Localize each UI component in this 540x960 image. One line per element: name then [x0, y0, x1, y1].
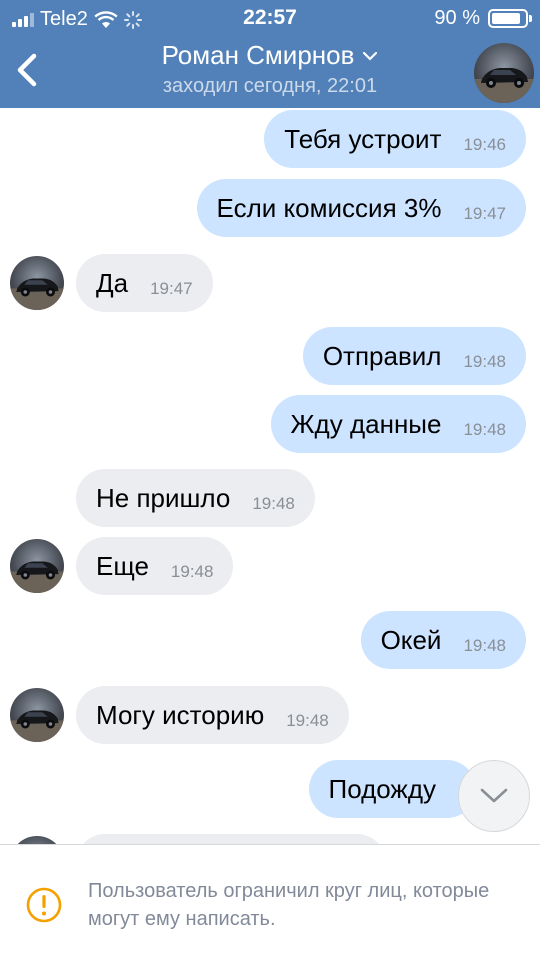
message-incoming[interactable]	[76, 834, 386, 844]
message-outgoing[interactable]: Подожду	[308, 760, 476, 818]
message-text: Окей	[380, 624, 442, 655]
sender-avatar[interactable]	[10, 688, 64, 742]
back-button[interactable]	[12, 50, 42, 90]
message-text: Не пришло	[96, 482, 231, 513]
message-text: Если комиссия 3%	[216, 192, 442, 223]
contact-name-row: Роман Смирнов	[162, 40, 379, 71]
contact-name: Роман Смирнов	[161, 40, 355, 70]
message-time: 19:48	[463, 636, 506, 655]
scroll-down-button[interactable]	[458, 760, 530, 832]
message-text: Отправил	[322, 340, 442, 371]
warning-icon	[26, 887, 62, 923]
message-text: Подожду	[328, 773, 436, 804]
message-incoming[interactable]: Могу историю 19:48	[76, 686, 349, 744]
message-time: 19:48	[170, 562, 214, 581]
message-list[interactable]: Тебя устроит 19:46 Если комиссия 3% 19:4…	[0, 108, 540, 844]
message-time: 19:47	[150, 279, 193, 298]
message-incoming[interactable]: Еще 19:48	[76, 537, 234, 595]
sender-avatar[interactable]	[10, 256, 64, 310]
last-seen: заходил сегодня, 22:01	[162, 75, 378, 97]
message-text: Еще	[96, 550, 149, 581]
message-text: Да	[96, 267, 129, 298]
contact-avatar[interactable]	[474, 43, 534, 103]
chevron-down-icon	[480, 788, 508, 803]
message-time: 19:46	[463, 135, 506, 154]
status-right: 90 %	[434, 7, 532, 30]
message-time: 19:48	[252, 494, 295, 513]
sender-avatar[interactable]	[10, 836, 64, 844]
chevron-down-icon	[363, 51, 378, 61]
message-incoming[interactable]: Не пришло 19:48	[76, 469, 315, 527]
battery-percent: 90 %	[434, 7, 480, 29]
message-time: 19:48	[286, 711, 329, 730]
message-outgoing[interactable]: Жду данные 19:48	[270, 395, 526, 453]
restriction-notice-bar: Пользователь ограничил круг лиц, которые…	[0, 844, 540, 960]
message-outgoing[interactable]: Отправил 19:48	[302, 327, 526, 385]
status-bar: Tele2 22:57 90 %	[0, 0, 540, 36]
restriction-notice: Пользователь ограничил круг лиц, которые…	[88, 880, 490, 930]
message-outgoing[interactable]: Окей 19:48	[360, 611, 526, 669]
chat-header: Tele2 22:57 90 % Роман Смирнов заходил с…	[0, 0, 540, 108]
battery-icon	[488, 9, 532, 28]
message-time: 19:47	[463, 204, 506, 223]
message-time: 19:48	[463, 352, 506, 371]
message-text: Жду данные	[290, 408, 442, 439]
message-text: Могу историю	[96, 699, 265, 730]
battery-fill	[492, 13, 521, 24]
sender-avatar[interactable]	[10, 539, 64, 593]
message-text: Тебя устроит	[284, 123, 442, 154]
message-outgoing[interactable]: Тебя устроит 19:46	[264, 110, 526, 168]
message-incoming[interactable]: Да 19:47	[76, 254, 213, 312]
message-time: 19:48	[463, 420, 506, 439]
contact-info[interactable]: Роман Смирнов заходил сегодня, 22:01	[100, 40, 440, 98]
message-outgoing[interactable]: Если комиссия 3% 19:47	[196, 179, 526, 237]
